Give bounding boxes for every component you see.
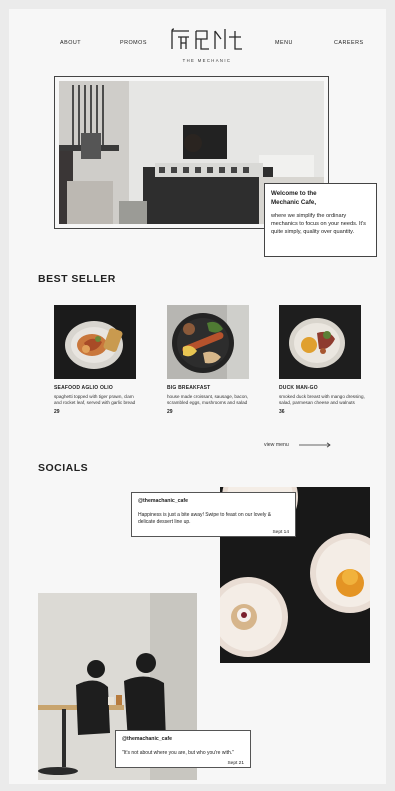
dish-name: SEAFOOD AGLIO OLIO <box>54 385 113 391</box>
page: ABOUT PROMOS THE MECHANIC MENU CAREERS W… <box>9 9 386 784</box>
nav-about[interactable]: ABOUT <box>60 40 81 46</box>
hero-title: Welcome to the Mechanic Cafe, <box>271 190 317 206</box>
social-post-card[interactable]: @themachanic_cafe "It's not about where … <box>115 730 251 768</box>
social-date: Sept 14 <box>272 530 289 536</box>
dish-card[interactable]: BIG BREAKFAST house made croissant, saus… <box>167 305 253 415</box>
dish-card[interactable]: SEAFOOD AGLIO OLIO spaghetti topped with… <box>54 305 140 415</box>
logo-subtitle: THE MECHANIC <box>182 58 232 63</box>
dish-price: 29 <box>167 409 173 416</box>
social-handle: @themachanic_cafe <box>122 736 173 742</box>
social-text: "It's not about where you are, but who y… <box>122 749 234 756</box>
view-menu-label: view menu <box>264 442 289 448</box>
dish-description: smoked duck breast with mango dressing, … <box>279 394 365 406</box>
nav-menu[interactable]: MENU <box>275 40 293 46</box>
dish-name: DUCK MAN-GO <box>279 385 318 391</box>
dish-name: BIG BREAKFAST <box>167 385 211 391</box>
dish-price: 36 <box>279 409 285 416</box>
socials-title: SOCIALS <box>38 462 89 474</box>
logo[interactable]: THE MECHANIC <box>164 27 250 63</box>
dish-image <box>54 305 136 379</box>
hero-body: where we simplify the ordinary mechanics… <box>271 213 366 235</box>
best-seller-title: BEST SELLER <box>38 273 116 285</box>
dish-card[interactable]: DUCK MAN-GO smoked duck breast with mang… <box>279 305 365 415</box>
logo-mark <box>171 28 242 50</box>
nav-promos[interactable]: PROMOS <box>120 40 147 46</box>
nav-careers[interactable]: CAREERS <box>334 40 364 46</box>
dish-price: 29 <box>54 409 60 416</box>
hero-caption: Welcome to the Mechanic Cafe, where we s… <box>264 183 377 257</box>
social-text: Happiness is just a bite away! Swipe to … <box>138 511 272 525</box>
dish-description: house made croissant, sausage, bacon, sc… <box>167 394 249 406</box>
view-menu-link[interactable]: view menu <box>264 442 331 448</box>
dish-description: spaghetti topped with tiger prawn, clam … <box>54 394 136 406</box>
social-post-card[interactable]: @themachanic_cafe Happiness is just a bi… <box>131 492 296 537</box>
arrow-right-icon <box>298 442 331 448</box>
dish-image <box>279 305 361 379</box>
social-date: Sept 21 <box>227 760 244 766</box>
dish-image <box>167 305 249 379</box>
social-handle: @themachanic_cafe <box>138 498 189 504</box>
